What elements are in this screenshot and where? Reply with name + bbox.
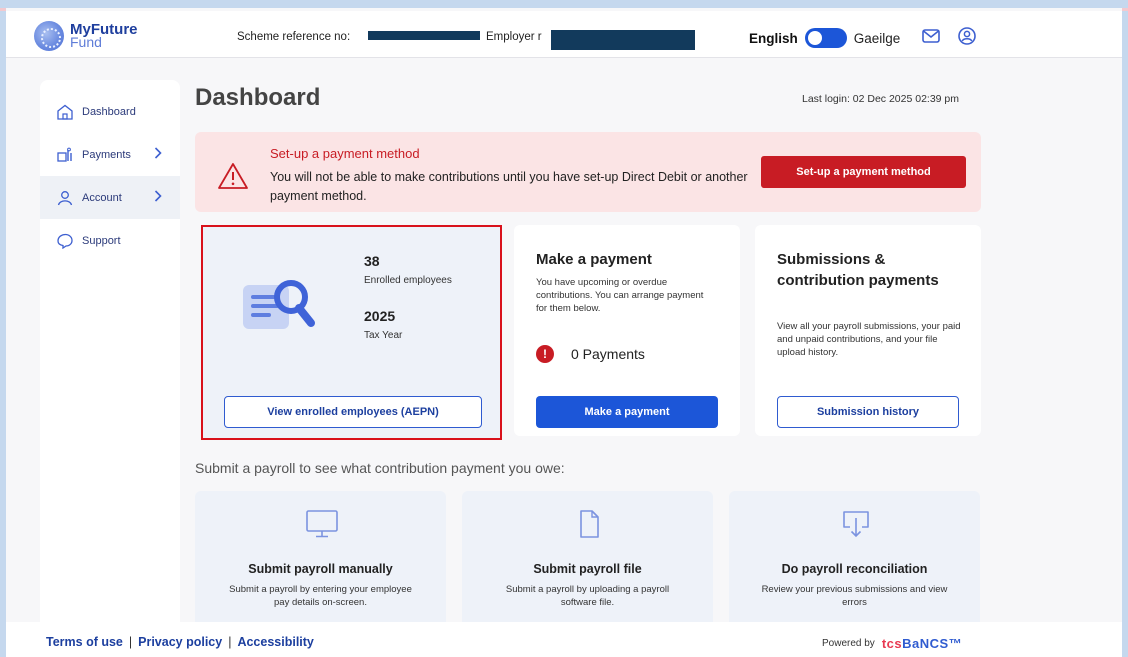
sidebar-item-account[interactable]: Account xyxy=(40,176,180,219)
alert-body: You will not be able to make contributio… xyxy=(270,170,748,203)
payments-count: 0 Payments xyxy=(571,346,645,362)
payroll-card-desc: Submit a payroll by entering your employ… xyxy=(229,584,412,608)
payments-icon xyxy=(57,147,72,162)
make-payment-desc: You have upcoming or overdue contributio… xyxy=(536,277,704,314)
submissions-title: Submissions & contribution payments xyxy=(777,251,939,289)
payroll-card-title: Do payroll reconciliation xyxy=(781,562,928,576)
redacted-employer xyxy=(551,30,695,50)
chevron-right-icon xyxy=(154,147,162,159)
language-toggle[interactable] xyxy=(804,28,847,48)
footer-separator: | xyxy=(128,635,133,649)
chevron-right-icon xyxy=(154,190,162,202)
warning-icon xyxy=(218,163,248,189)
terms-of-use-link[interactable]: Terms of use xyxy=(46,635,123,649)
lang-english[interactable]: English xyxy=(749,31,798,46)
employer-label: Employer r xyxy=(486,31,542,43)
last-login: Last login: 02 Dec 2025 02:39 pm xyxy=(802,93,960,105)
scheme-reference-label: Scheme reference no: xyxy=(237,31,351,43)
sidebar-item-support[interactable]: Support xyxy=(40,219,180,262)
enrolled-employees-card: 38 Enrolled employees 2025 Tax Year View… xyxy=(201,225,502,440)
privacy-policy-link[interactable]: Privacy policy xyxy=(138,635,222,649)
monitor-icon xyxy=(306,510,338,538)
make-payment-card: Make a payment You have upcoming or over… xyxy=(514,225,740,436)
submission-history-button[interactable]: Submission history xyxy=(777,396,959,428)
payments-count-row: ! 0 Payments xyxy=(536,345,645,363)
submissions-desc: View all your payroll submissions, your … xyxy=(777,321,961,358)
sidebar-item-label: Support xyxy=(82,234,121,247)
payroll-heading: Submit a payroll to see what contributio… xyxy=(195,460,565,476)
payroll-card-desc: Review your previous submissions and vie… xyxy=(761,584,948,608)
person-icon xyxy=(57,190,73,205)
download-icon xyxy=(843,511,869,538)
payment-method-alert: Set-up a payment method You will not be … xyxy=(195,132,981,212)
payroll-card-title: Submit payroll file xyxy=(533,562,642,576)
app-frame: MyFuture Fund Scheme reference no: Emplo… xyxy=(6,8,1122,657)
payroll-card-title: Submit payroll manually xyxy=(248,562,393,576)
footer-links: Terms of use | Privacy policy | Accessibilit… xyxy=(46,635,314,649)
language-switch: English Gaeilge xyxy=(749,28,900,48)
header: MyFuture Fund Scheme reference no: Emplo… xyxy=(6,11,1122,58)
accessibility-link[interactable]: Accessibility xyxy=(237,635,313,649)
powered-by: Powered by tcsBaNCS™ xyxy=(822,636,962,651)
tcs-bancs-logo: tcsBaNCS™ xyxy=(881,636,963,651)
file-icon xyxy=(580,510,599,538)
page-title: Dashboard xyxy=(195,84,321,111)
user-icon[interactable] xyxy=(958,27,976,50)
support-icon xyxy=(57,233,73,249)
powered-by-label: Powered by xyxy=(822,638,875,649)
alert-badge-icon: ! xyxy=(536,345,554,363)
alert-title: Set-up a payment method xyxy=(270,146,420,161)
lang-irish[interactable]: Gaeilge xyxy=(854,31,901,46)
setup-payment-method-button[interactable]: Set-up a payment method xyxy=(761,156,966,188)
sidebar-item-payments[interactable]: Payments xyxy=(40,133,180,176)
submissions-card: Submissions & contribution payments View… xyxy=(755,225,981,436)
enrolled-count-label: Enrolled employees xyxy=(364,275,452,286)
enrolled-count: 38 xyxy=(364,253,380,269)
make-payment-title: Make a payment xyxy=(536,251,652,268)
document-search-icon xyxy=(243,280,315,329)
payroll-card-desc: Submit a payroll by uploading a payroll … xyxy=(505,584,670,608)
footer: Terms of use | Privacy policy | Accessibilit… xyxy=(6,622,1122,657)
view-enrolled-employees-button[interactable]: View enrolled employees (AEPN) xyxy=(224,396,482,428)
sidebar-item-label: Account xyxy=(82,191,122,204)
logo-mark-icon xyxy=(34,21,64,51)
sidebar-item-dashboard[interactable]: Dashboard xyxy=(40,90,180,133)
sidebar-item-label: Dashboard xyxy=(82,105,136,118)
sidebar: Dashboard Payments Account Support xyxy=(40,80,180,655)
logo[interactable]: MyFuture Fund xyxy=(34,21,138,51)
home-icon xyxy=(57,104,73,120)
footer-separator: | xyxy=(228,635,232,649)
make-payment-button[interactable]: Make a payment xyxy=(536,396,718,428)
redacted-scheme-ref xyxy=(368,31,480,40)
tax-year-label: Tax Year xyxy=(364,330,403,341)
mail-icon[interactable] xyxy=(922,29,940,48)
tax-year-value: 2025 xyxy=(364,308,396,324)
sidebar-item-label: Payments xyxy=(82,148,131,161)
